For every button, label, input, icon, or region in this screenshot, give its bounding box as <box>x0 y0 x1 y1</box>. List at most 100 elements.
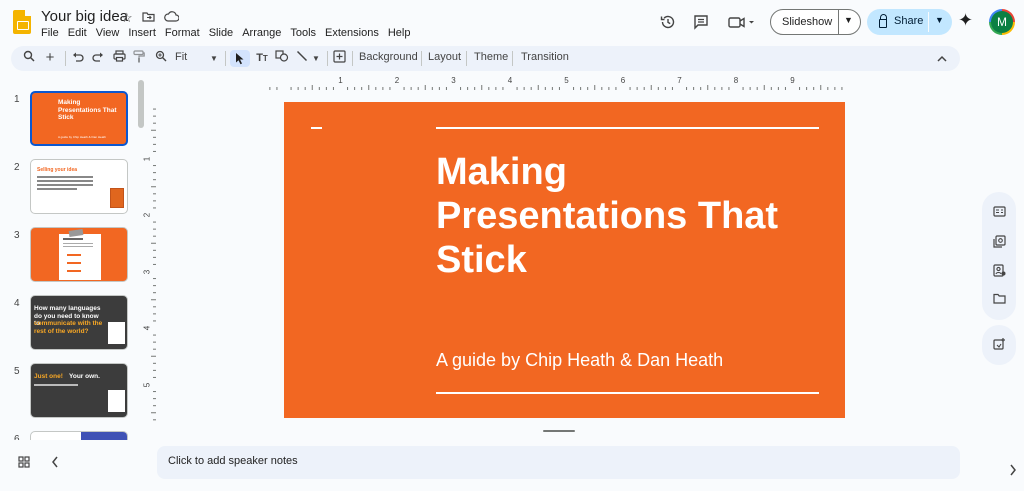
slideshow-dropdown-icon[interactable]: ▼ <box>844 15 853 25</box>
slide-thumbnail-2[interactable]: Selling your idea <box>30 159 128 214</box>
zoom-icon[interactable] <box>153 50 169 67</box>
move-folder-icon[interactable] <box>142 10 155 26</box>
ruler-label: 2 <box>142 212 152 218</box>
slide-filmstrip[interactable]: 1 Making Presentations That Stick A guid… <box>0 80 150 440</box>
slideshow-button[interactable]: Slideshow ▼ <box>770 9 861 35</box>
menu-edit[interactable]: Edit <box>68 27 87 39</box>
comments-icon[interactable] <box>690 8 712 36</box>
expand-side-panel-icon[interactable] <box>1009 464 1017 479</box>
add-comment-icon[interactable] <box>331 50 347 67</box>
drive-folder-icon[interactable] <box>991 293 1007 309</box>
slide-number: 1 <box>14 94 20 105</box>
menu-help[interactable]: Help <box>388 27 411 39</box>
speaker-notes-placeholder: Click to add speaker notes <box>168 455 298 467</box>
divider <box>466 51 467 66</box>
slide-thumbnail-4[interactable]: How many languages do you need to know t… <box>30 295 128 350</box>
slideshow-label: Slideshow <box>782 16 833 28</box>
side-panel <box>982 192 1016 320</box>
contacts-icon[interactable] <box>991 264 1007 280</box>
paint-format-icon[interactable] <box>131 50 147 67</box>
divider <box>225 51 226 66</box>
menu-bar: File Edit View Insert Format Slide Arran… <box>41 27 410 39</box>
thumb-text-line <box>37 180 93 182</box>
layout-button[interactable]: Layout <box>428 51 461 63</box>
thumb-title: Selling your idea <box>37 167 78 173</box>
star-icon[interactable]: ☆ <box>121 10 133 26</box>
divider <box>352 51 353 66</box>
tasks-icon[interactable] <box>991 235 1007 251</box>
document-title[interactable]: Your big idea <box>41 8 128 25</box>
slide-subtitle[interactable]: A guide by Chip Heath & Dan Heath <box>436 350 723 371</box>
menu-extensions[interactable]: Extensions <box>325 27 379 39</box>
cloud-status-icon[interactable] <box>163 10 180 26</box>
slide-number: 4 <box>14 298 20 309</box>
menu-slide[interactable]: Slide <box>209 27 233 39</box>
select-cursor-icon[interactable] <box>230 50 250 67</box>
notes-resize-handle[interactable] <box>543 430 575 432</box>
menu-insert[interactable]: Insert <box>128 27 156 39</box>
slide-thumbnail-3[interactable] <box>30 227 128 282</box>
menu-arrange[interactable]: Arrange <box>242 27 281 39</box>
new-slide-plus-icon[interactable]: + <box>42 50 58 67</box>
meet-camera-icon[interactable] <box>726 8 758 36</box>
ruler-ticks <box>269 85 843 90</box>
horizontal-ruler[interactable]: 1 2 3 4 5 6 7 8 9 <box>157 76 959 90</box>
menu-format[interactable]: Format <box>165 27 200 39</box>
slides-logo-icon[interactable] <box>13 10 31 34</box>
slide-number: 2 <box>14 162 20 173</box>
line-dropdown-icon[interactable]: ▼ <box>310 50 322 67</box>
search-menus-icon[interactable] <box>21 50 37 67</box>
version-history-icon[interactable] <box>657 8 679 36</box>
thumb-text-line <box>37 176 93 178</box>
divider <box>421 51 422 66</box>
keep-notes-icon[interactable] <box>991 206 1007 222</box>
collapse-toolbar-icon[interactable] <box>935 50 949 67</box>
share-dropdown-icon[interactable]: ▼ <box>935 15 944 25</box>
line-icon[interactable] <box>294 50 310 67</box>
slide-thumbnail-6[interactable] <box>30 431 128 440</box>
collapse-filmstrip-icon[interactable] <box>51 456 59 471</box>
transition-button[interactable]: Transition <box>521 51 569 63</box>
thumb-text-line <box>63 246 93 247</box>
slide-title[interactable]: Making Presentations That Stick <box>436 150 826 282</box>
zoom-dropdown-icon[interactable]: ▼ <box>207 50 221 67</box>
share-button[interactable]: Share ▼ <box>867 9 952 35</box>
slide-thumbnail-1[interactable]: Making Presentations That Stick A guide … <box>30 91 128 146</box>
ruler-label: 5 <box>142 382 152 387</box>
text-box-icon[interactable]: TT <box>253 50 271 67</box>
vertical-ruler[interactable]: 1 2 3 4 5 <box>142 92 156 422</box>
current-slide[interactable]: Making Presentations That Stick A guide … <box>284 102 845 418</box>
menu-view[interactable]: View <box>96 27 120 39</box>
image-shape-icon[interactable] <box>273 50 291 67</box>
thumb-paper-image <box>59 234 101 280</box>
side-panel-addons <box>982 325 1016 365</box>
background-button[interactable]: Background <box>359 51 418 63</box>
speaker-notes[interactable]: Click to add speaker notes <box>157 446 960 479</box>
theme-button[interactable]: Theme <box>474 51 508 63</box>
thumb-subtitle: A guide by Chip Heath & Dan Heath <box>58 135 106 139</box>
gemini-sparkle-icon[interactable]: ✦ <box>958 10 973 31</box>
divider <box>512 51 513 66</box>
undo-icon[interactable] <box>70 50 86 67</box>
menu-tools[interactable]: Tools <box>290 27 316 39</box>
thumb-paper-image <box>108 322 125 344</box>
ruler-label: 6 <box>620 76 626 85</box>
title-icons: ☆ <box>121 10 180 26</box>
print-icon[interactable] <box>111 50 127 67</box>
ruler-label: 8 <box>733 76 739 85</box>
thumb-text-line <box>63 238 83 240</box>
grid-view-icon[interactable] <box>18 456 30 471</box>
zoom-select[interactable]: Fit <box>175 51 187 63</box>
redo-icon[interactable] <box>90 50 106 67</box>
thumb-text-line <box>37 188 77 190</box>
thumb-paper-image <box>108 390 125 412</box>
get-addons-icon[interactable] <box>991 337 1007 353</box>
account-avatar[interactable]: M <box>989 9 1015 35</box>
top-divider-line <box>436 127 819 129</box>
divider <box>65 51 66 66</box>
slide-thumbnail-5[interactable]: Just one! Your own. <box>30 363 128 418</box>
ruler-label: 3 <box>142 269 152 274</box>
lock-icon <box>879 14 887 28</box>
divider <box>838 10 839 34</box>
menu-file[interactable]: File <box>41 27 59 39</box>
